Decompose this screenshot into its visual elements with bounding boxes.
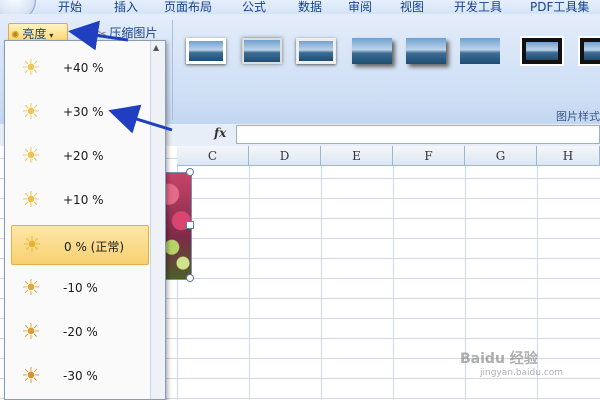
sun-icon: ☀ xyxy=(21,320,41,345)
brightness-option-minus30[interactable]: ☀ -30 % xyxy=(11,357,149,397)
sun-icon: ☀ xyxy=(21,364,41,389)
column-header-e[interactable]: E xyxy=(321,146,393,166)
sun-icon: ☀ xyxy=(22,233,42,258)
compress-label: 压缩图片 xyxy=(109,26,158,40)
sun-icon: ☀ xyxy=(21,276,41,301)
picture-style-thumb[interactable] xyxy=(296,38,336,64)
brightness-option-minus20[interactable]: ☀ -20 % xyxy=(11,313,149,353)
brightness-option-label: +40 % xyxy=(63,61,104,75)
formula-input[interactable] xyxy=(236,125,600,144)
brightness-option-label: -10 % xyxy=(63,281,98,295)
resize-handle[interactable] xyxy=(186,274,194,282)
brightness-option-label: -30 % xyxy=(63,369,98,383)
column-header-h[interactable]: H xyxy=(537,146,600,166)
tab-page-layout[interactable]: 页面布局 xyxy=(164,0,212,15)
styles-group-label: 图片样式 xyxy=(556,110,600,123)
sun-icon: ☀ xyxy=(21,100,41,125)
menu-bar: 开始 插入 页面布局 公式 数据 审阅 视图 开发工具 PDF工具集 xyxy=(0,0,600,22)
tab-view[interactable]: 视图 xyxy=(400,0,424,15)
brightness-option-plus10[interactable]: ☀ +10 % xyxy=(11,181,149,221)
brightness-option-label: +30 % xyxy=(63,105,104,119)
watermark-text: Baidu 经验 xyxy=(460,351,538,367)
sun-icon: ☀ xyxy=(21,56,41,81)
sun-icon: ☀ xyxy=(21,144,41,169)
tab-home[interactable]: 开始 xyxy=(58,0,82,15)
brightness-option-plus40[interactable]: ☀ +40 % xyxy=(11,49,149,89)
brightness-option-label: +10 % xyxy=(63,193,104,207)
brightness-option-label: -20 % xyxy=(63,325,98,339)
column-header-g[interactable]: G xyxy=(465,146,537,166)
watermark-sub: jingyan.baidu.com xyxy=(480,368,564,378)
scroll-up-icon[interactable]: ▲ xyxy=(153,43,159,52)
resize-handle[interactable] xyxy=(186,168,194,176)
tab-review[interactable]: 审阅 xyxy=(348,0,372,15)
picture-style-thumb[interactable] xyxy=(460,38,500,64)
brightness-label: 亮度 xyxy=(22,27,47,41)
brightness-option-label: 0 % (正常) xyxy=(64,240,125,254)
resize-handle[interactable] xyxy=(186,221,194,229)
watermark-logo: Baidu 经验 jingyan.baidu.com xyxy=(460,348,563,378)
tab-pdf-tools[interactable]: PDF工具集 xyxy=(530,0,589,15)
sun-icon: ☀ xyxy=(21,188,41,213)
picture-style-thumb[interactable] xyxy=(520,36,564,66)
picture-style-thumb[interactable] xyxy=(406,38,446,64)
compress-icon: ✂ xyxy=(98,29,107,40)
picture-style-thumb[interactable] xyxy=(352,38,392,64)
tab-data[interactable]: 数据 xyxy=(298,0,322,15)
fx-icon[interactable]: fx xyxy=(214,126,226,140)
picture-style-thumb[interactable] xyxy=(578,36,600,66)
tab-insert[interactable]: 插入 xyxy=(114,0,138,15)
picture-styles-gallery: 图片样式 xyxy=(176,20,600,123)
chevron-down-icon: ▾ xyxy=(49,31,54,40)
column-header-c[interactable]: C xyxy=(177,146,249,166)
brightness-dropdown: ▲ ☀ +40 % ☀ +30 % ☀ +20 % ☀ +10 % ☀ 0 % … xyxy=(4,40,166,400)
brightness-option-plus20[interactable]: ☀ +20 % xyxy=(11,137,149,177)
picture-style-thumb[interactable] xyxy=(186,38,226,64)
column-header-d[interactable]: D xyxy=(249,146,321,166)
brightness-option-normal[interactable]: ☀ 0 % (正常) xyxy=(11,225,149,265)
brightness-option-plus30[interactable]: ☀ +30 % xyxy=(11,93,149,133)
dropdown-scrollbar[interactable]: ▲ xyxy=(150,41,165,399)
brightness-option-label: +20 % xyxy=(63,149,104,163)
group-separator xyxy=(172,20,173,120)
column-header-f[interactable]: F xyxy=(393,146,465,166)
tab-developer[interactable]: 开发工具 xyxy=(454,0,502,15)
tab-formulas[interactable]: 公式 xyxy=(242,0,266,15)
picture-style-thumb[interactable] xyxy=(242,38,282,64)
brightness-option-minus10[interactable]: ☀ -10 % xyxy=(11,269,149,309)
